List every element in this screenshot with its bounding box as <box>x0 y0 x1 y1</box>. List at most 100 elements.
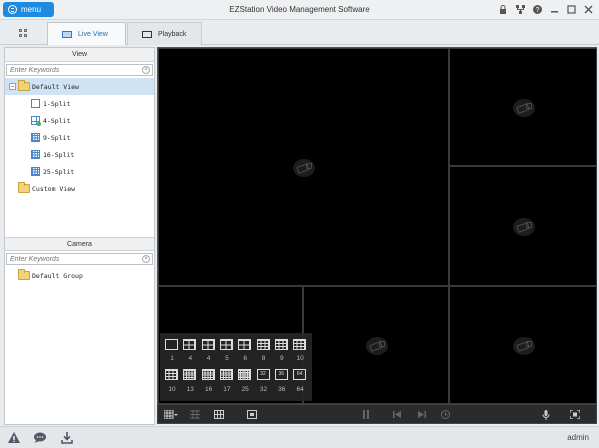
video-cell[interactable] <box>449 48 597 166</box>
split-option-2-3-icon[interactable] <box>201 369 215 380</box>
split-option-2-8-icon[interactable]: 64 <box>293 369 307 380</box>
video-cell[interactable] <box>158 48 449 286</box>
title-bar: menu EZStation Video Management Software… <box>0 0 599 20</box>
timer-icon[interactable] <box>440 410 450 419</box>
window-controls: ? <box>498 4 593 14</box>
clear-search-icon[interactable]: × <box>142 255 150 263</box>
split-option-2-6-icon[interactable]: 32 <box>256 369 270 380</box>
video-control-bar <box>157 404 597 424</box>
tree-item-label: Default Group <box>32 271 83 280</box>
video-cell[interactable] <box>303 286 449 404</box>
split-option-label: 13 <box>186 386 194 393</box>
tree-item-label: 16-Split <box>43 150 75 159</box>
split-16-icon <box>31 150 40 159</box>
view-search-input[interactable] <box>7 65 152 76</box>
split-option-2-7-icon[interactable]: 36 <box>274 369 288 380</box>
view-search-box: × <box>6 64 153 76</box>
split-option-1-6-icon[interactable] <box>256 339 270 350</box>
split-option-label: 64 <box>296 386 304 393</box>
tree-item-25-split[interactable]: 25-Split <box>5 163 154 180</box>
folder-icon <box>18 182 30 193</box>
pause-icon[interactable] <box>361 410 371 419</box>
current-user: admin <box>567 433 589 442</box>
split-layout-icon[interactable] <box>163 409 178 420</box>
grid-view-icon[interactable] <box>214 410 224 419</box>
split-1-icon <box>31 99 40 108</box>
snapshot-icon[interactable] <box>247 410 257 419</box>
grid-home-icon[interactable] <box>19 29 27 37</box>
split-option-label: 25 <box>241 386 249 393</box>
split-option-label: 9 <box>279 355 284 362</box>
split-option-1-4-icon[interactable] <box>219 339 233 350</box>
camera-placeholder-icon <box>513 218 535 236</box>
video-cell[interactable] <box>449 166 597 286</box>
camera-placeholder-icon <box>513 99 535 117</box>
split-option-label: 4 <box>206 355 211 362</box>
tab-live-view[interactable]: Live View <box>47 22 126 45</box>
split-option-label: 6 <box>243 355 247 362</box>
tab-bar: Live View Playback <box>0 20 599 45</box>
tab-playback[interactable]: Playback <box>127 22 202 45</box>
lock-icon[interactable] <box>498 4 508 14</box>
app-window: menu EZStation Video Management Software… <box>0 0 599 448</box>
tab-playback-label: Playback <box>158 30 187 38</box>
maximize-icon[interactable] <box>566 4 576 14</box>
camera-placeholder-icon <box>513 337 535 355</box>
playback-icon <box>142 30 152 38</box>
split-option-label: 10 <box>168 386 176 393</box>
split-option-2-2-icon[interactable] <box>183 369 197 380</box>
camera-section: Camera × Default Group <box>5 237 154 284</box>
fullscreen-icon[interactable] <box>569 409 581 420</box>
message-icon[interactable] <box>34 432 46 444</box>
camera-placeholder-icon <box>293 159 315 177</box>
split-option-1-7-icon[interactable] <box>274 339 288 350</box>
folder-icon <box>18 80 30 91</box>
help-icon[interactable]: ? <box>532 4 542 14</box>
tree-item-label: 4-Split <box>43 116 71 125</box>
close-icon[interactable] <box>583 4 593 14</box>
split-option-2-5-icon[interactable] <box>238 369 252 380</box>
left-panel: View × − Default View 1-Split 4-Split 9-… <box>4 47 155 425</box>
sequence-icon[interactable] <box>190 410 200 419</box>
download-icon[interactable] <box>61 432 73 444</box>
split-option-label: 16 <box>204 386 213 393</box>
split-selector-panel: 1 4 4 5 6 8 9 10 10 13 16 17 25 32 32 36 36 64 64 <box>160 333 312 401</box>
tree-item-16-split[interactable]: 16-Split <box>5 146 154 163</box>
camera-placeholder-icon <box>366 337 388 355</box>
network-icon[interactable] <box>515 4 525 14</box>
split-option-1-8-icon[interactable] <box>293 339 307 350</box>
status-bar: admin <box>0 426 599 448</box>
split-option-1-1-icon[interactable] <box>165 339 178 350</box>
tree-item-4-split[interactable]: 4-Split <box>5 112 154 129</box>
split-option-label: 17 <box>223 386 231 393</box>
camera-search-input[interactable] <box>7 254 152 265</box>
split-option-2-1-icon[interactable] <box>165 369 178 380</box>
alarm-icon[interactable] <box>8 432 20 444</box>
split-option-label: 10 <box>296 355 304 362</box>
camera-search-box: × <box>6 253 153 265</box>
minimize-icon[interactable] <box>549 4 559 14</box>
collapse-icon[interactable]: − <box>9 83 16 90</box>
split-option-1-5-icon[interactable] <box>238 339 252 350</box>
tree-item-9-split[interactable]: 9-Split <box>5 129 154 146</box>
tree-item-1-split[interactable]: 1-Split <box>5 95 154 112</box>
monitor-icon <box>62 30 72 38</box>
previous-icon[interactable] <box>392 410 402 419</box>
next-icon[interactable] <box>417 410 427 419</box>
split-option-label: 8 <box>261 355 266 362</box>
video-cell[interactable] <box>449 286 597 404</box>
split-option-label: 1 <box>170 355 174 362</box>
tree-item-default-group[interactable]: Default Group <box>5 267 154 284</box>
tree-item-default-view[interactable]: − Default View <box>5 78 154 95</box>
tree-item-custom-view[interactable]: Custom View <box>5 180 154 197</box>
folder-icon <box>18 269 30 280</box>
tree-item-label: 25-Split <box>43 167 75 176</box>
split-option-1-3-icon[interactable] <box>201 339 215 350</box>
clear-search-icon[interactable]: × <box>142 66 150 74</box>
microphone-icon[interactable] <box>541 410 551 420</box>
split-option-label: 32 <box>259 386 268 393</box>
split-option-1-2-icon[interactable] <box>183 339 197 350</box>
split-option-2-4-icon[interactable] <box>219 369 233 380</box>
split-25-icon <box>31 167 40 176</box>
tree-item-label: 9-Split <box>43 133 71 142</box>
